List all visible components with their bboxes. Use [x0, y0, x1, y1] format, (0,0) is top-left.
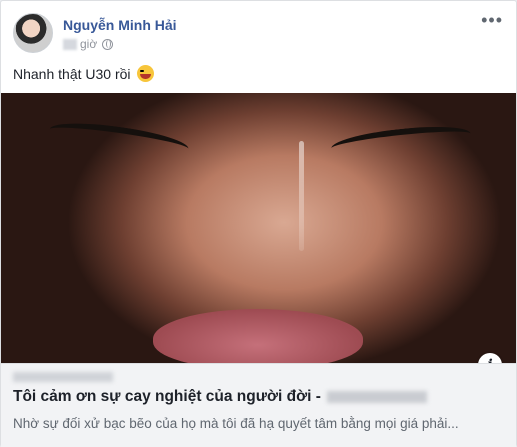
globe-icon — [102, 38, 114, 50]
link-title-text: Tôi cảm ơn sự cay nghiệt của người đời - — [13, 388, 321, 405]
post-card: Nguyễn Minh Hải giờ ••• Nhanh thật U30 r… — [0, 0, 517, 447]
more-options-icon[interactable]: ••• — [481, 11, 503, 29]
domain-blurred — [13, 372, 113, 382]
tear-streak — [299, 141, 304, 251]
link-details[interactable]: Tôi cảm ơn sự cay nghiệt của người đời -… — [1, 363, 516, 447]
avatar[interactable] — [13, 13, 53, 53]
link-preview-image[interactable] — [1, 93, 516, 363]
timestamp[interactable]: giờ — [80, 37, 97, 51]
caption-text: Nhanh thật U30 rồi — [13, 66, 131, 82]
post-header: Nguyễn Minh Hải giờ ••• — [13, 11, 503, 57]
link-description: Nhờ sự đối xử bạc bẽo của họ mà tôi đã h… — [13, 416, 459, 431]
right-eyelash — [330, 121, 472, 161]
left-eyelash — [48, 117, 190, 161]
time-blurred — [63, 38, 77, 50]
post-caption: Nhanh thật U30 rồi — [13, 65, 155, 82]
laughing-emoji-icon — [137, 65, 155, 82]
author-name[interactable]: Nguyễn Minh Hải — [63, 17, 177, 33]
lips — [153, 309, 363, 363]
link-preview[interactable]: i Tôi cảm ơn sự cay nghiệt của người đời… — [1, 93, 516, 447]
link-title[interactable]: Tôi cảm ơn sự cay nghiệt của người đời - — [13, 388, 427, 406]
title-blurred — [326, 391, 427, 403]
post-meta: giờ — [63, 37, 114, 51]
